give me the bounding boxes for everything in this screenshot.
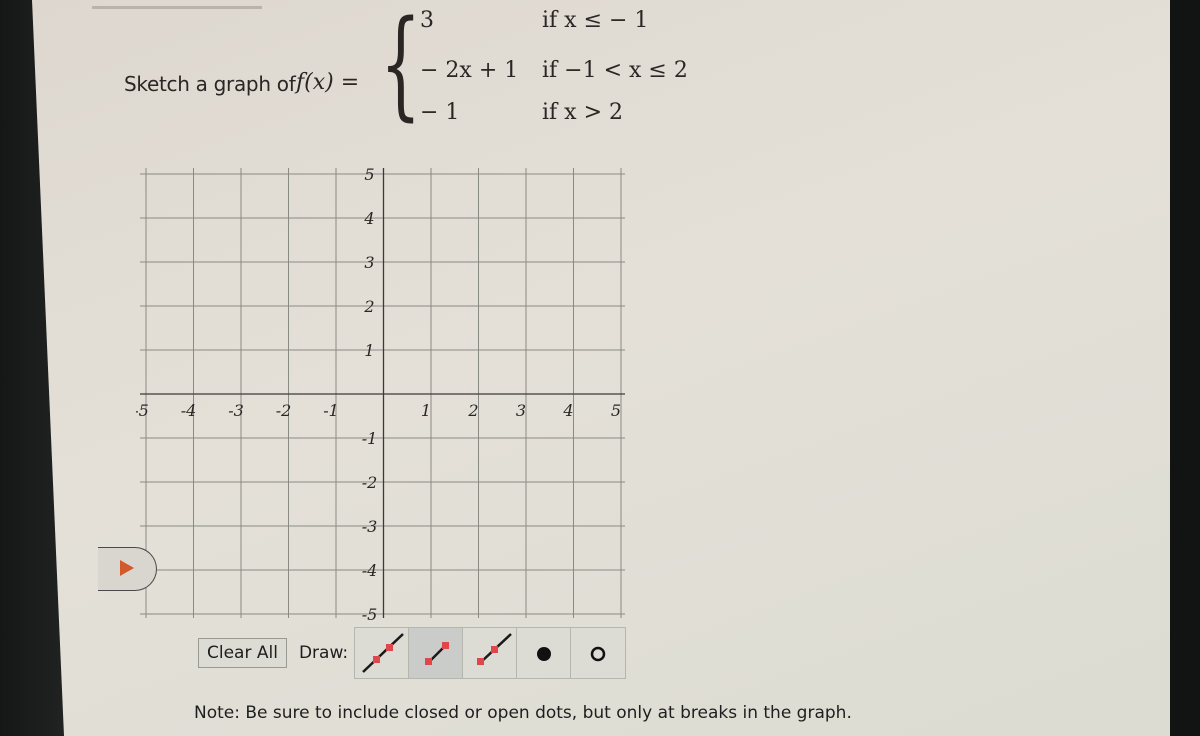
case-2-condition: if −1 < x ≤ 2 [542, 58, 688, 83]
piecewise-brace: { [380, 0, 422, 132]
x-tick-label: -2 [276, 401, 292, 420]
side-panel-toggle[interactable] [98, 547, 157, 591]
open-dot-tool-button[interactable] [571, 628, 626, 678]
draw-tools [354, 627, 627, 679]
x-tick-label: -3 [228, 401, 244, 420]
case-2-expression: − 2x + 1 [420, 58, 519, 83]
segment-tool-icon [424, 642, 449, 665]
line-tool-button[interactable] [355, 628, 410, 678]
y-tick-label: 3 [364, 253, 374, 272]
case-1-expression: 3 [420, 8, 434, 33]
y-tick-label: 1 [364, 341, 374, 360]
y-tick-label: -1 [362, 429, 378, 448]
instruction-note: Note: Be sure to include closed or open … [194, 703, 852, 723]
closed-dot-tool-button[interactable] [517, 628, 572, 678]
clear-all-button[interactable]: Clear All [198, 638, 287, 668]
draw-toolbar: Clear All Draw: [198, 627, 627, 679]
x-tick-label: -1 [323, 401, 339, 420]
y-tick-label: -3 [362, 517, 378, 536]
case-1-condition: if x ≤ − 1 [542, 8, 649, 33]
x-tick-label: -5 [136, 401, 149, 420]
x-tick-label: 2 [467, 401, 478, 420]
y-tick-label: 2 [363, 297, 374, 316]
function-label: f(x) = [296, 70, 360, 95]
graph-canvas[interactable]: -5 -4 -3 -2 -1 1 2 3 4 5 5 4 3 2 1 -1 -2 -3 -4 -5 [136, 164, 636, 624]
x-tick-label: 4 [562, 401, 573, 420]
monitor-bezel-right [1170, 0, 1200, 736]
x-tick-label: -4 [181, 401, 197, 420]
line-tool-icon [361, 633, 404, 673]
ray-tool-button[interactable] [463, 628, 518, 678]
y-tick-label: -4 [362, 561, 378, 580]
y-tick-label: 4 [363, 209, 374, 228]
x-tick-label: 1 [421, 401, 431, 420]
y-tick-label: -2 [362, 473, 378, 492]
question-prompt: Sketch a graph of [124, 72, 296, 96]
draw-label: Draw: [298, 643, 349, 663]
top-divider [92, 6, 262, 9]
segment-tool-button[interactable] [409, 628, 464, 678]
open-dot-icon [590, 646, 606, 662]
x-tick-label: 3 [516, 401, 526, 420]
closed-dot-icon [536, 647, 551, 661]
case-3-expression: − 1 [420, 100, 460, 125]
ray-tool-icon [476, 633, 512, 665]
case-3-condition: if x > 2 [542, 100, 623, 125]
x-tick-label: 5 [611, 401, 621, 420]
y-tick-label: -5 [362, 605, 378, 624]
play-triangle-icon [120, 560, 134, 576]
y-tick-label: 5 [364, 165, 374, 184]
